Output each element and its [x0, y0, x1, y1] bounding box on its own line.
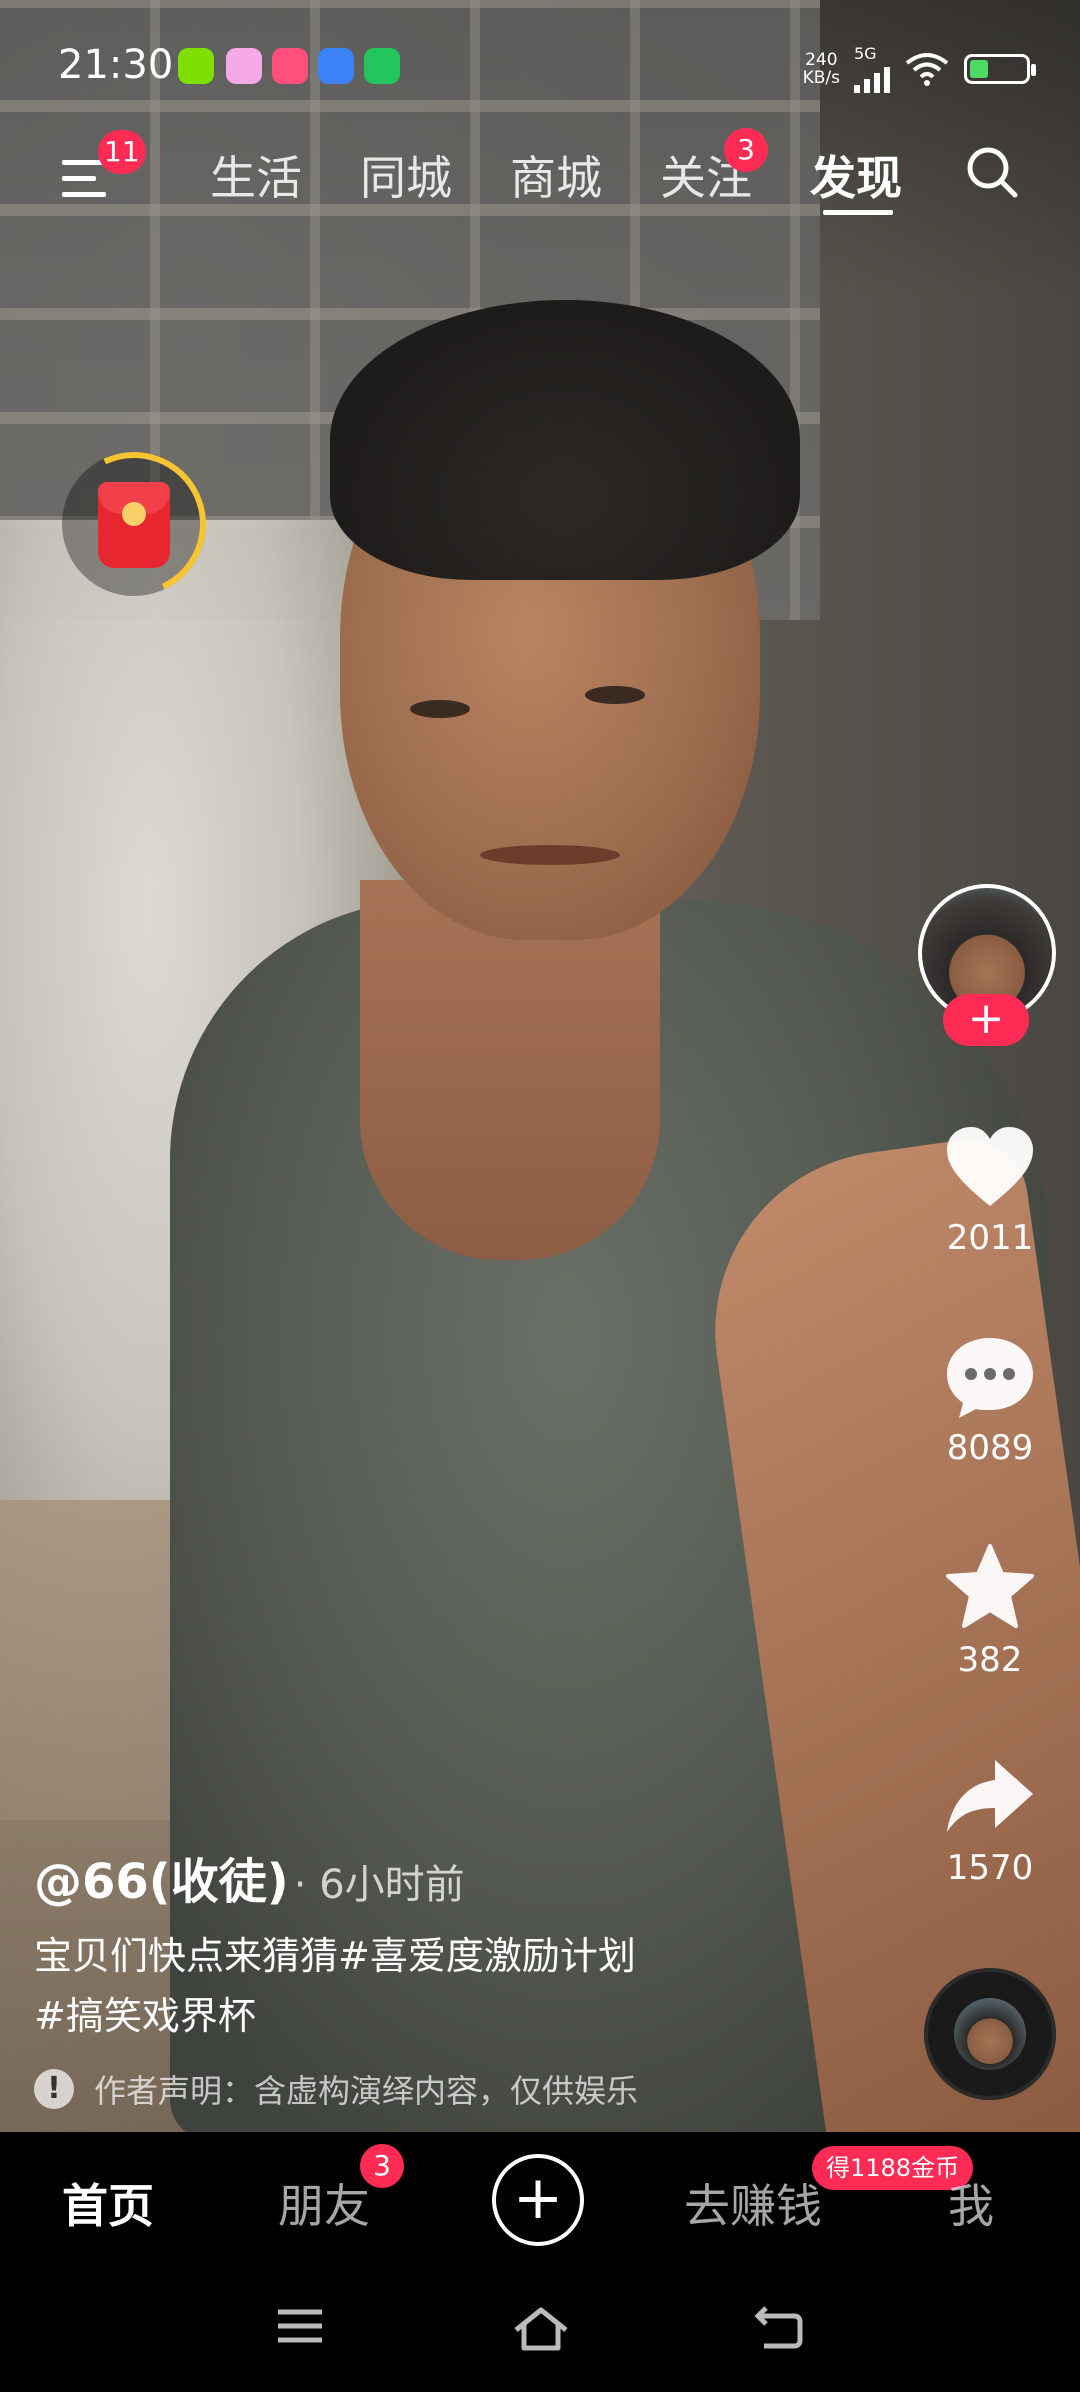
- author-disclaimer: ! 作者声明：含虚构演绎内容，仅供娱乐: [34, 2066, 638, 2112]
- share-count: 1570: [946, 1848, 1034, 1888]
- heart-icon: [947, 1127, 1033, 1206]
- status-indicators: 240 KB/s 5G: [803, 44, 1036, 93]
- red-packet-widget[interactable]: [41, 431, 227, 617]
- status-app-icon: [272, 48, 308, 84]
- music-disc[interactable]: [924, 1968, 1056, 2100]
- search-icon[interactable]: [962, 142, 1022, 202]
- nav-earn[interactable]: 去赚钱: [684, 2170, 822, 2236]
- battery-icon: [964, 53, 1036, 84]
- status-time: 21:30: [58, 42, 174, 88]
- star-icon: [946, 1544, 1034, 1628]
- bottom-nav: 首页 朋友 3 + 去赚钱 得1188金币 我: [0, 2132, 1080, 2270]
- signal-bars-icon: [854, 63, 890, 93]
- active-tab-indicator: [823, 210, 893, 215]
- description-line[interactable]: #搞笑戏界杯: [34, 1986, 854, 2046]
- tab-mall[interactable]: 商城: [510, 142, 602, 208]
- post-time: · 6小时前: [293, 1862, 465, 1908]
- create-button[interactable]: +: [492, 2154, 584, 2246]
- nav-me[interactable]: 我: [948, 2170, 994, 2236]
- status-app-icon: [364, 48, 400, 84]
- follow-button[interactable]: +: [943, 994, 1029, 1046]
- author-avatar[interactable]: +: [918, 884, 1062, 1046]
- disclaimer-text: 作者声明：含虚构演绎内容，仅供娱乐: [94, 2072, 639, 2110]
- video-description: 宝贝们快点来猜猜#喜爱度激励计划 #搞笑戏界杯: [34, 1926, 854, 2046]
- top-nav: 11 生活 同城 商城 关注 3 发现: [0, 128, 1080, 240]
- net-speed-value: 240: [805, 49, 838, 70]
- comment-button[interactable]: 8089: [918, 1334, 1062, 1468]
- status-app-icon: [318, 48, 354, 84]
- comment-count: 8089: [946, 1428, 1034, 1468]
- video-person-mouth: [480, 845, 620, 865]
- cell-signal: 5G: [854, 44, 890, 93]
- share-button[interactable]: 1570: [918, 1754, 1062, 1888]
- favorite-count: 382: [957, 1640, 1023, 1680]
- tab-life[interactable]: 生活: [210, 142, 302, 208]
- author-name[interactable]: @66(收徒): [34, 1854, 289, 1910]
- music-cover: [954, 1998, 1026, 2070]
- like-button[interactable]: 2011: [918, 1124, 1062, 1258]
- status-bar: 21:30 240 KB/s 5G: [0, 0, 1080, 130]
- status-app-icon: [226, 48, 262, 84]
- share-icon: [947, 1760, 1033, 1832]
- nav-home[interactable]: 首页: [62, 2170, 154, 2236]
- status-app-icon: [178, 48, 214, 84]
- video-person-hair: [330, 300, 800, 580]
- net-speed: 240 KB/s: [803, 51, 840, 87]
- back-icon[interactable]: [754, 2306, 804, 2352]
- system-nav-bar: [0, 2270, 1080, 2392]
- description-line[interactable]: 宝贝们快点来猜猜#喜爱度激励计划: [34, 1926, 854, 1986]
- wifi-icon: [905, 52, 949, 86]
- video-person-eye: [585, 686, 645, 704]
- menu-badge: 11: [98, 130, 146, 174]
- red-packet-icon: [98, 482, 170, 568]
- favorite-button[interactable]: 382: [918, 1542, 1062, 1680]
- following-badge: 3: [724, 128, 768, 172]
- video-caption: @66(收徒) · 6小时前 宝贝们快点来猜猜#喜爱度激励计划 #搞笑戏界杯: [34, 1842, 854, 2046]
- nav-friends[interactable]: 朋友: [278, 2170, 370, 2236]
- tab-nearby[interactable]: 同城: [360, 142, 452, 208]
- video-person-eye: [410, 700, 470, 718]
- recent-apps-icon[interactable]: [276, 2306, 324, 2346]
- net-speed-unit: KB/s: [802, 67, 840, 88]
- like-count: 2011: [946, 1218, 1034, 1258]
- friends-badge: 3: [360, 2144, 404, 2188]
- network-type: 5G: [854, 44, 877, 63]
- tab-discover[interactable]: 发现: [810, 142, 902, 208]
- home-icon[interactable]: [512, 2306, 570, 2352]
- warning-icon: !: [34, 2069, 74, 2109]
- comment-icon: [947, 1338, 1033, 1418]
